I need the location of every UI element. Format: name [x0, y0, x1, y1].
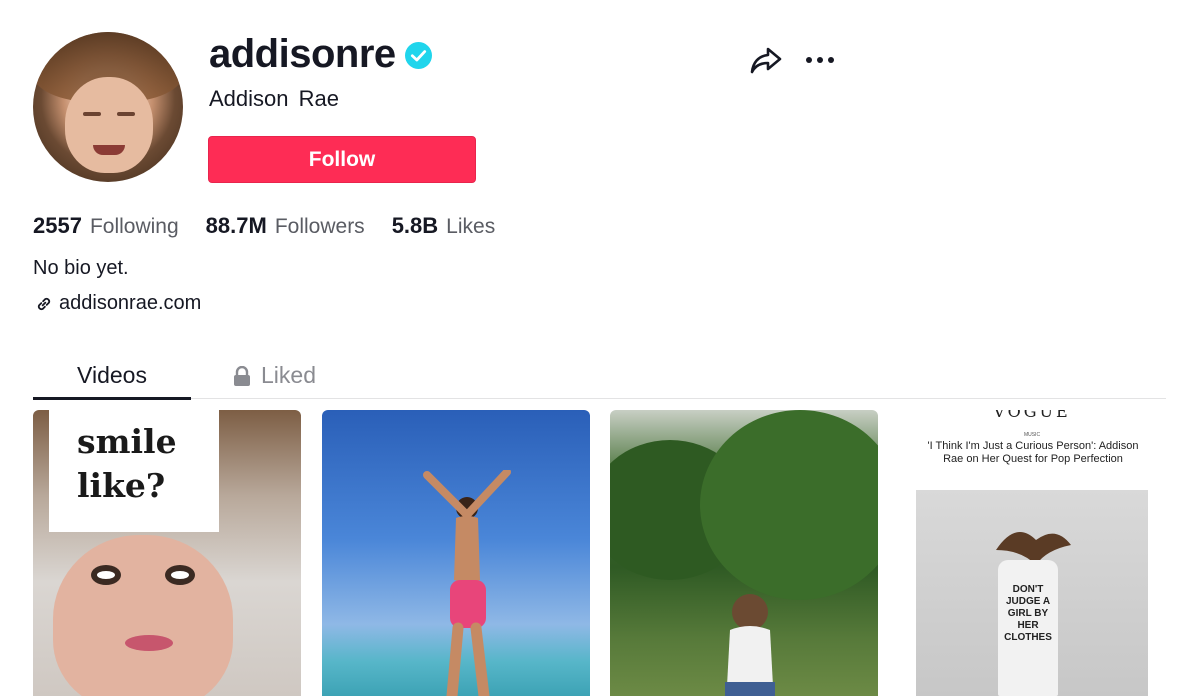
video-thumbnail-4[interactable]: VOGUE MUSIC 'I Think I'm Just a Curious …	[898, 410, 1166, 696]
tab-liked[interactable]: Liked	[233, 352, 316, 399]
thumbnail-lips	[125, 635, 173, 651]
tab-videos-label: Videos	[77, 362, 147, 388]
avatar-eye-right	[117, 112, 135, 116]
profile-link-text[interactable]: addisonrae.com	[59, 292, 201, 315]
video-thumbnail-3[interactable]	[610, 410, 878, 696]
tab-liked-label: Liked	[261, 362, 316, 388]
avatar-eye-left	[83, 112, 101, 116]
more-options-icon[interactable]	[804, 48, 836, 72]
verified-badge-icon	[404, 42, 432, 69]
share-icon[interactable]	[749, 44, 783, 76]
lock-icon	[234, 365, 250, 386]
stat-likes: 5.8B Likes	[392, 213, 496, 239]
stat-value: 88.7M	[205, 213, 267, 238]
video-caption-overlay: smile like?	[49, 410, 219, 532]
active-tab-indicator	[33, 397, 191, 400]
profile-avatar[interactable]	[33, 32, 183, 182]
avatar-face	[65, 77, 153, 173]
video-thumbnail-1[interactable]: smile like?	[33, 410, 301, 696]
magazine-photo: DON'T JUDGE A GIRL BY HER CLOTHES	[916, 490, 1148, 696]
nickname: Addison Rae	[209, 86, 339, 111]
stat-label: Following	[89, 215, 179, 238]
username-row: addisonre	[209, 32, 432, 77]
thumbnail-eye	[165, 565, 195, 585]
follow-button[interactable]: Follow	[208, 136, 476, 183]
thumbnail-person	[423, 470, 511, 696]
thumbnail-person	[725, 594, 775, 696]
magazine-headline: 'I Think I'm Just a Curious Person': Add…	[927, 440, 1139, 465]
profile-link[interactable]: addisonrae.com	[35, 292, 201, 315]
stat-followers[interactable]: 88.7M Followers	[206, 213, 365, 239]
thumbnail-face	[53, 535, 233, 696]
thumbnail-foliage	[700, 410, 878, 600]
magazine-masthead: VOGUE	[993, 410, 1071, 421]
dress-slogan: DON'T JUDGE A GIRL BY HER CLOTHES	[1004, 584, 1052, 643]
bio-text: No bio yet.	[33, 257, 129, 279]
avatar-mouth	[93, 145, 125, 155]
profile-tabs: Videos Liked	[33, 352, 1166, 400]
stat-value: 5.8B	[391, 213, 439, 238]
magazine-section: MUSIC	[1023, 432, 1041, 438]
username: addisonre	[209, 32, 396, 76]
stat-value: 2557	[33, 213, 82, 238]
profile-stats: 2557 Following 88.7M Followers 5.8B Like…	[33, 213, 522, 239]
tab-videos[interactable]: Videos	[33, 352, 191, 400]
thumbnail-dress: DON'T JUDGE A GIRL BY HER CLOTHES	[998, 560, 1058, 696]
video-thumbnail-2[interactable]	[322, 410, 590, 696]
thumbnail-eye	[91, 565, 121, 585]
stat-label: Likes	[446, 215, 496, 238]
stat-label: Followers	[274, 215, 365, 238]
stat-following[interactable]: 2557 Following	[33, 213, 179, 239]
link-icon	[37, 297, 51, 310]
